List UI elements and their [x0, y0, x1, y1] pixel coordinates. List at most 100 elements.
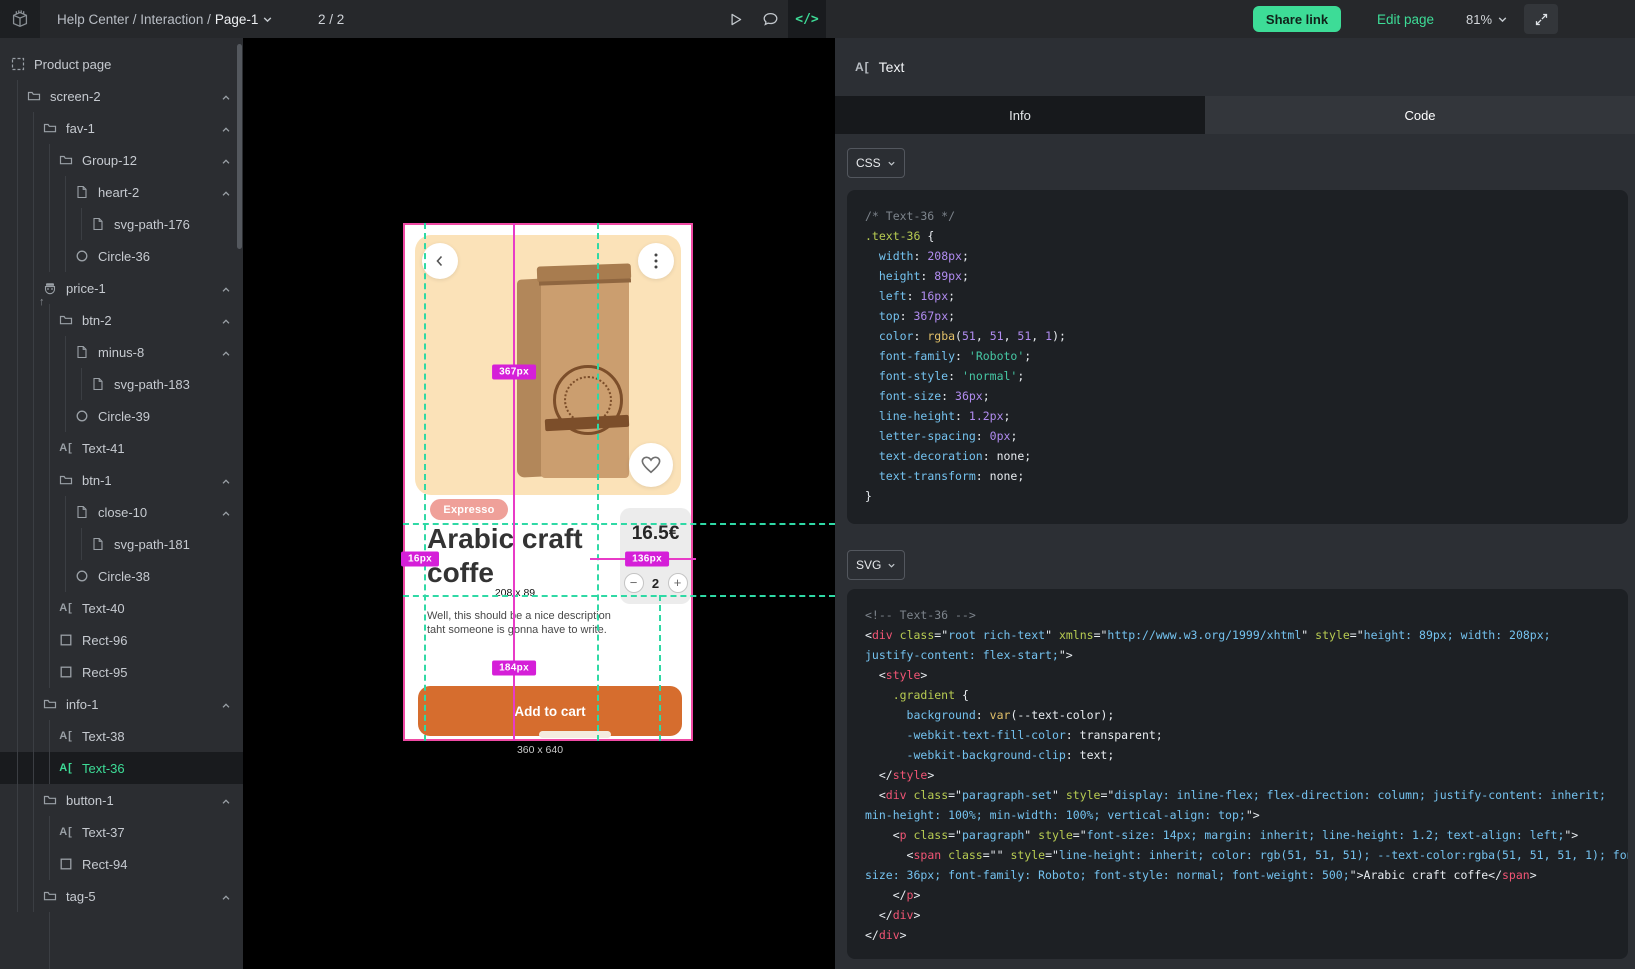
tree-guide-line: [65, 336, 66, 368]
collapse-chevron-icon[interactable]: [221, 187, 231, 202]
comment-icon: [764, 14, 777, 25]
layer-row-fav-1[interactable]: fav-1: [0, 112, 243, 144]
tree-guide-line: [49, 336, 50, 368]
design-canvas[interactable]: Expresso Arabic craft coffe 208 x 89 Wel…: [243, 38, 835, 969]
breadcrumb[interactable]: Help Center / Interaction / Page-1: [57, 0, 273, 38]
share-link-button[interactable]: Share link: [1253, 6, 1341, 32]
tree-guide-line: [33, 880, 34, 912]
layer-row-text-37[interactable]: A[Text-37: [0, 816, 243, 848]
tree-guide-line: [33, 656, 34, 688]
layer-row-svg-path-183[interactable]: svg-path-183: [0, 368, 243, 400]
folder-icon: [58, 152, 74, 168]
layer-row-text-41[interactable]: A[Text-41: [0, 432, 243, 464]
plus-button[interactable]: +: [668, 573, 688, 593]
zoom-level: 81%: [1466, 12, 1492, 27]
category-tag[interactable]: Expresso: [430, 499, 508, 520]
tree-guide-line: [17, 720, 18, 752]
tab-info[interactable]: Info: [835, 96, 1205, 134]
collapse-chevron-icon[interactable]: [221, 123, 231, 138]
tree-guide-line: [33, 144, 34, 176]
add-to-cart-button[interactable]: Add to cart: [418, 686, 682, 736]
code-line: <style>: [865, 665, 1610, 685]
app-logo[interactable]: [0, 0, 40, 38]
css-format-select[interactable]: CSS: [847, 148, 905, 178]
layer-row-rect-95[interactable]: Rect-95: [0, 656, 243, 688]
collapse-chevron-icon[interactable]: [221, 795, 231, 810]
css-code-block[interactable]: /* Text-36 */.text-36 { width: 208px; he…: [847, 190, 1628, 524]
tree-guide-line: [49, 624, 50, 656]
layer-row-circle-39[interactable]: Circle-39: [0, 400, 243, 432]
sidebar-scrollbar[interactable]: [237, 44, 242, 249]
collapse-chevron-icon[interactable]: [221, 699, 231, 714]
collapse-chevron-icon[interactable]: [221, 475, 231, 490]
layer-label: heart-2: [98, 185, 139, 200]
layer-row-circle-36[interactable]: Circle-36: [0, 240, 243, 272]
layer-row-minus-8[interactable]: minus-8: [0, 336, 243, 368]
zoom-control[interactable]: 81%: [1466, 0, 1508, 38]
layer-row-button-1[interactable]: button-1: [0, 784, 243, 816]
tab-code[interactable]: Code: [1205, 96, 1635, 134]
tree-guide-line: [33, 464, 34, 496]
collapse-chevron-icon[interactable]: [221, 315, 231, 330]
collapse-chevron-icon[interactable]: [221, 507, 231, 522]
layer-row-svg-path-181[interactable]: svg-path-181: [0, 528, 243, 560]
layer-row-price-1[interactable]: price-1↑: [0, 272, 243, 304]
tree-guide-line: [49, 304, 50, 336]
layer-row-screen-2[interactable]: screen-2: [0, 80, 243, 112]
rect-icon: [58, 856, 74, 872]
rect-icon: [58, 632, 74, 648]
code-line: min-height: 100%; min-width: 100%; verti…: [865, 805, 1610, 825]
tree-guide-line: [33, 688, 34, 720]
layer-row-btn-2[interactable]: btn-2: [0, 304, 243, 336]
layer-row-product page[interactable]: Product page: [0, 48, 243, 80]
layer-row-btn-1[interactable]: btn-1: [0, 464, 243, 496]
frame-size-label: 360 x 640: [517, 744, 563, 756]
layer-row-group-12[interactable]: Group-12: [0, 144, 243, 176]
play-button[interactable]: [720, 0, 750, 38]
layer-row-text-38[interactable]: A[Text-38: [0, 720, 243, 752]
layer-row-circle-38[interactable]: Circle-38: [0, 560, 243, 592]
overflow-menu-button[interactable]: [638, 243, 674, 279]
layer-row-svg-path-176[interactable]: svg-path-176: [0, 208, 243, 240]
layer-row-close-10[interactable]: close-10: [0, 496, 243, 528]
layer-row-text-40[interactable]: A[Text-40: [0, 592, 243, 624]
layer-label: Rect-94: [82, 857, 128, 872]
layer-row-heart-2[interactable]: heart-2: [0, 176, 243, 208]
code-line: <div class="root rich-text" xmlns="http:…: [865, 625, 1610, 645]
minus-button[interactable]: −: [624, 573, 644, 593]
collapse-chevron-icon[interactable]: [221, 155, 231, 170]
collapse-chevron-icon[interactable]: [221, 283, 231, 298]
collapse-chevron-icon[interactable]: [221, 347, 231, 362]
svg-code-block[interactable]: <!-- Text-36 --><div class="root rich-te…: [847, 589, 1628, 959]
code-line: <span class="" style="line-height: inher…: [865, 845, 1610, 865]
guide-dashed-right: [597, 223, 599, 741]
tree-guide-line: [49, 656, 50, 688]
layer-row-tag-5[interactable]: tag-5: [0, 880, 243, 912]
tree-guide-line: [33, 784, 34, 816]
collapse-chevron-icon[interactable]: [221, 891, 231, 906]
layer-row-rect-94[interactable]: Rect-94: [0, 848, 243, 880]
favorite-button[interactable]: [629, 443, 673, 487]
edit-page-link[interactable]: Edit page: [1377, 0, 1434, 38]
product-title[interactable]: Arabic craft coffe: [427, 522, 609, 590]
comment-button[interactable]: [755, 0, 785, 38]
tree-guide-line: [49, 400, 50, 432]
code-line: width: 208px;: [865, 246, 1610, 266]
home-indicator: [539, 731, 611, 738]
layer-label: Text-38: [82, 729, 125, 744]
code-mode-button[interactable]: </>: [788, 0, 826, 38]
collapse-chevron-icon[interactable]: [221, 91, 231, 106]
fullscreen-button[interactable]: [1524, 4, 1558, 34]
product-page-frame[interactable]: Expresso Arabic craft coffe 208 x 89 Wel…: [403, 223, 693, 741]
css-select-value: CSS: [856, 156, 881, 170]
file-icon: [74, 504, 90, 520]
svg-format-select[interactable]: SVG: [847, 550, 905, 580]
tree-guide-line: [49, 912, 50, 969]
layer-label: Rect-95: [82, 665, 128, 680]
layer-row-text-36[interactable]: A[Text-36: [0, 752, 243, 784]
tree-guide-line: [49, 560, 50, 592]
layer-row-rect-96[interactable]: Rect-96: [0, 624, 243, 656]
inspector-panel: A[ Text Info Code CSS /* Text-36 */.text…: [835, 38, 1635, 969]
layer-row-info-1[interactable]: info-1: [0, 688, 243, 720]
back-button[interactable]: [422, 243, 458, 279]
